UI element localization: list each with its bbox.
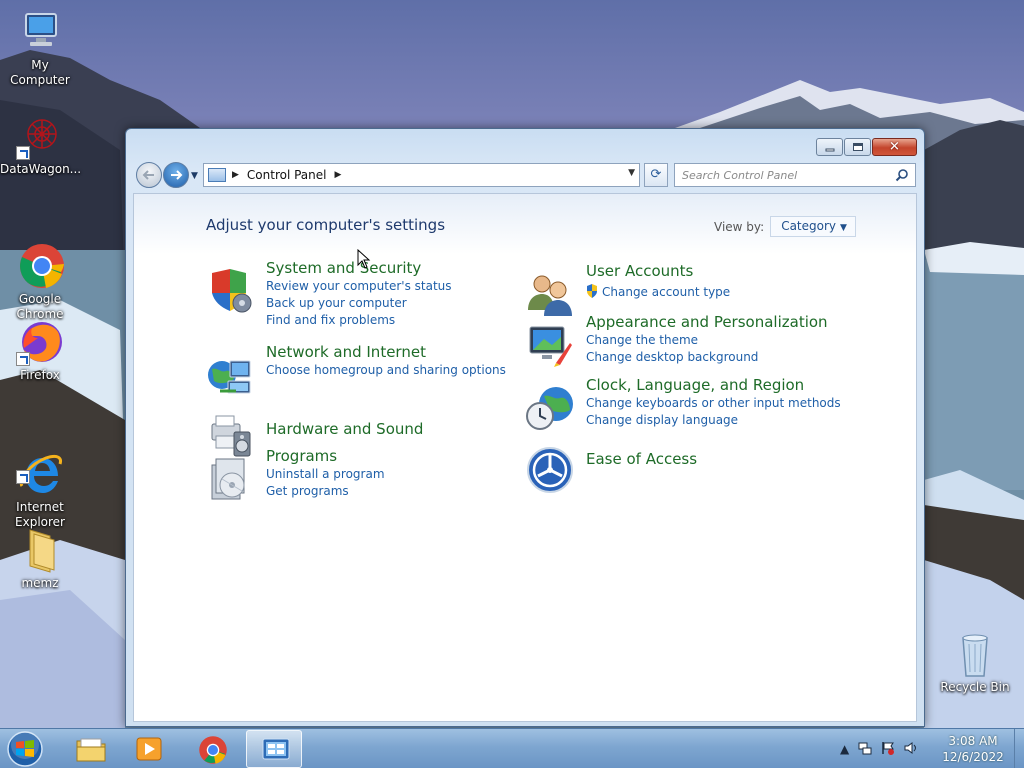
category-title[interactable]: Ease of Access: [586, 450, 697, 468]
category-title[interactable]: Clock, Language, and Region: [586, 376, 804, 394]
control-panel-icon: [262, 738, 290, 760]
computer-icon: [16, 8, 64, 56]
back-button[interactable]: [136, 162, 162, 188]
category-title[interactable]: Network and Internet: [266, 343, 426, 361]
chrome-icon: [199, 736, 227, 764]
link-change-account-type[interactable]: Change account type: [602, 285, 730, 299]
internet-explorer-icon: [16, 436, 64, 493]
desktop-icon-my-computer[interactable]: My Computer: [0, 8, 80, 88]
programs-box-icon: [211, 458, 245, 500]
shield-icon: [212, 269, 252, 313]
link-homegroup-sharing[interactable]: Choose homegroup and sharing options: [266, 363, 506, 377]
start-button[interactable]: [4, 730, 46, 768]
link-change-display-language[interactable]: Change display language: [586, 413, 738, 427]
mouse-cursor-icon: [357, 249, 371, 269]
close-button[interactable]: ✕: [872, 138, 917, 156]
maximize-icon: [852, 143, 863, 151]
start-orb-icon: [7, 731, 43, 767]
taskbar-media-player[interactable]: [120, 730, 176, 768]
minimize-button[interactable]: [816, 138, 843, 156]
datawagon-icon: [16, 112, 64, 160]
monitor-paint-icon: [529, 326, 572, 367]
desktop-icon-firefox[interactable]: Firefox: [0, 318, 80, 383]
clock-date: 12/6/2022: [942, 750, 1004, 764]
navigation-bar: ▼ ▶ Control Panel ▶ ▼ ⟳: [134, 162, 916, 188]
link-review-status[interactable]: Review your computer's status: [266, 279, 452, 293]
recycle-bin-icon: [951, 630, 999, 678]
close-icon: ✕: [889, 139, 900, 155]
recent-pages-dropdown-icon[interactable]: ▼: [191, 171, 198, 181]
category-title[interactable]: User Accounts: [586, 262, 693, 280]
shortcut-arrow-icon: [16, 146, 30, 160]
network-globe-icon: [208, 360, 251, 394]
view-by-value: Category: [781, 219, 837, 233]
clock-time: 3:08 AM: [948, 734, 998, 748]
shortcut-arrow-icon: [16, 352, 30, 366]
taskbar: ▲ 3:08 AM 12/6/2022: [0, 728, 1024, 768]
caption-buttons: ✕: [815, 138, 917, 156]
content-pane: Adjust your computer's settings View by:…: [133, 193, 917, 722]
users-icon: [528, 275, 572, 316]
taskbar-file-explorer[interactable]: [62, 730, 118, 768]
printer-speaker-icon: [211, 415, 251, 457]
uac-shield-icon: [587, 284, 597, 298]
show-desktop-button[interactable]: [1014, 729, 1024, 768]
volume-icon[interactable]: [904, 741, 918, 758]
breadcrumb-arrow-icon[interactable]: ▶: [232, 170, 239, 180]
breadcrumb-control-panel[interactable]: Control Panel: [247, 168, 327, 182]
network-icon[interactable]: [858, 741, 872, 758]
maximize-button[interactable]: [844, 138, 871, 156]
desktop-icon-memz[interactable]: memz: [0, 526, 80, 591]
forward-button[interactable]: [163, 162, 189, 188]
address-bar[interactable]: ▶ Control Panel ▶ ▼: [203, 163, 640, 187]
control-panel-window: ✕ ▼ ▶ Control Panel ▶ ▼ ⟳ Adjust your co…: [125, 128, 925, 727]
search-icon[interactable]: [895, 168, 909, 182]
link-uninstall-program[interactable]: Uninstall a program: [266, 467, 385, 481]
ease-of-access-icon: [527, 447, 573, 493]
link-find-fix-problems[interactable]: Find and fix problems: [266, 313, 395, 327]
address-dropdown-icon[interactable]: ▼: [628, 168, 635, 178]
minimize-icon: [825, 148, 834, 152]
link-change-desktop-background[interactable]: Change desktop background: [586, 350, 758, 364]
search-input[interactable]: [675, 164, 885, 186]
search-box: [674, 163, 916, 187]
desktop-icon-recycle-bin[interactable]: Recycle Bin: [935, 630, 1015, 695]
taskbar-control-panel[interactable]: [246, 730, 302, 768]
taskbar-chrome[interactable]: [184, 730, 240, 768]
clock-globe-icon: [526, 387, 573, 430]
folder-icon: [16, 526, 64, 574]
firefox-icon: [16, 318, 64, 366]
chevron-down-icon: ▼: [840, 223, 847, 233]
view-by: View by: Category ▼: [714, 216, 856, 237]
action-center-flag-icon[interactable]: [881, 741, 895, 758]
show-hidden-icons-icon[interactable]: ▲: [840, 742, 849, 756]
link-change-theme[interactable]: Change the theme: [586, 333, 698, 347]
media-player-icon: [136, 737, 162, 761]
clock[interactable]: 3:08 AM 12/6/2022: [934, 733, 1012, 765]
category-title[interactable]: System and Security: [266, 259, 421, 277]
page-title: Adjust your computer's settings: [206, 216, 446, 234]
link-back-up[interactable]: Back up your computer: [266, 296, 407, 310]
system-tray: ▲: [840, 729, 927, 768]
chrome-icon: [16, 228, 64, 288]
category-title[interactable]: Hardware and Sound: [266, 420, 423, 438]
view-by-label: View by:: [714, 219, 765, 234]
control-panel-small-icon: [208, 168, 226, 182]
file-explorer-icon: [76, 738, 106, 762]
shortcut-arrow-icon: [16, 470, 30, 484]
category-title[interactable]: Appearance and Personalization: [586, 313, 828, 331]
breadcrumb-arrow-icon[interactable]: ▶: [335, 170, 342, 180]
refresh-button[interactable]: ⟳: [644, 163, 668, 187]
category-title[interactable]: Programs: [266, 447, 337, 465]
desktop-icon-datawagon[interactable]: DataWagon...: [0, 112, 81, 177]
forward-arrow-icon: [171, 170, 183, 180]
view-by-dropdown[interactable]: Category ▼: [770, 216, 856, 237]
link-get-programs[interactable]: Get programs: [266, 484, 349, 498]
link-change-keyboards[interactable]: Change keyboards or other input methods: [586, 396, 841, 410]
back-arrow-icon: [142, 170, 154, 180]
